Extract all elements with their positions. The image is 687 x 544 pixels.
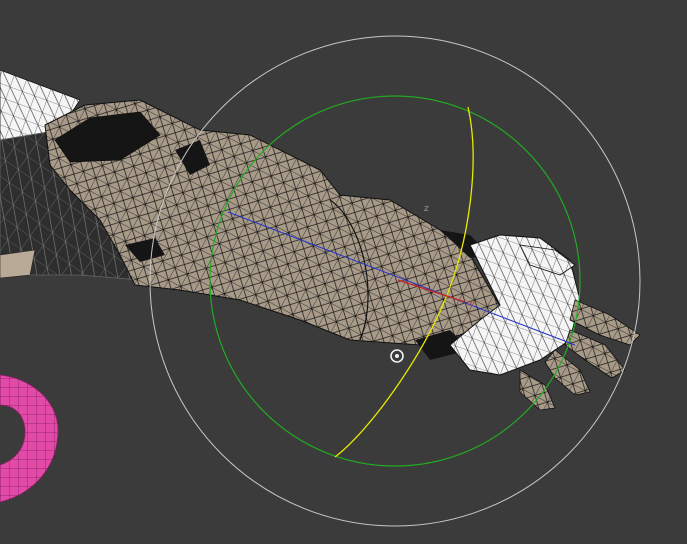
viewport-canvas[interactable]: z x: [0, 0, 687, 544]
hand-mesh[interactable]: [449, 234, 641, 411]
axis-label-x: x: [468, 299, 474, 309]
pivot-center-dot: [395, 354, 399, 358]
axis-label-z: z: [424, 204, 429, 214]
torus-mesh[interactable]: [0, 374, 59, 503]
3d-viewport[interactable]: z x: [0, 0, 687, 544]
